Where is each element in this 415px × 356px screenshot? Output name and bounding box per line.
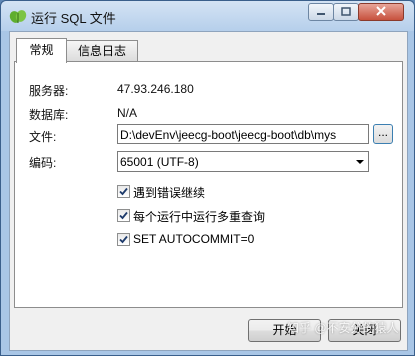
- continue-on-error-checkbox[interactable]: [117, 185, 130, 198]
- chevron-down-icon: [356, 160, 364, 164]
- continue-on-error-label: 遇到错误继续: [133, 186, 206, 200]
- database-label: 数据库:: [29, 108, 69, 122]
- maximize-icon: [341, 5, 351, 19]
- dialog-body: 常规 信息日志 服务器: 47.93.246.180 数据库: N/A 文件: …: [9, 31, 408, 351]
- maximize-button[interactable]: [333, 3, 359, 21]
- tab-general-label: 常规: [29, 43, 54, 57]
- tab-info-log[interactable]: 信息日志: [66, 40, 138, 61]
- file-label: 文件:: [29, 130, 57, 144]
- window-title: 运行 SQL 文件: [31, 11, 116, 26]
- minimize-button[interactable]: [308, 3, 334, 21]
- database-value: N/A: [117, 106, 138, 120]
- minimize-icon: [316, 5, 326, 19]
- run-sql-file-dialog: 运行 SQL 文件 常规 信息日志 服务器: 47.93.246.180 数据库…: [0, 0, 415, 356]
- file-path-input[interactable]: D:\devEnv\jeecg-boot\jeecg-boot\db\mys: [117, 124, 369, 144]
- tab-info-log-label: 信息日志: [77, 44, 126, 58]
- encoding-selected-value: 65001 (UTF-8): [120, 155, 199, 169]
- close-icon: [375, 5, 387, 19]
- title-bar[interactable]: 运行 SQL 文件: [1, 1, 414, 31]
- autocommit-checkbox[interactable]: [117, 233, 130, 246]
- browse-file-button[interactable]: ...: [373, 124, 393, 144]
- encoding-select[interactable]: 65001 (UTF-8): [117, 151, 369, 172]
- window-close-button[interactable]: [358, 3, 404, 21]
- autocommit-label: SET AUTOCOMMIT=0: [133, 232, 255, 246]
- multi-query-label: 每个运行中运行多重查询: [133, 210, 266, 224]
- encoding-label: 编码:: [29, 156, 57, 170]
- watermark: 知乎 @不安分的猿人: [287, 321, 399, 335]
- tab-general[interactable]: 常规: [16, 38, 67, 63]
- server-label: 服务器:: [29, 84, 69, 98]
- server-value: 47.93.246.180: [117, 82, 194, 96]
- multi-query-checkbox[interactable]: [117, 209, 130, 222]
- general-panel: 服务器: 47.93.246.180 数据库: N/A 文件: D:\devEn…: [14, 61, 403, 308]
- navicat-leaf-icon: [9, 8, 27, 24]
